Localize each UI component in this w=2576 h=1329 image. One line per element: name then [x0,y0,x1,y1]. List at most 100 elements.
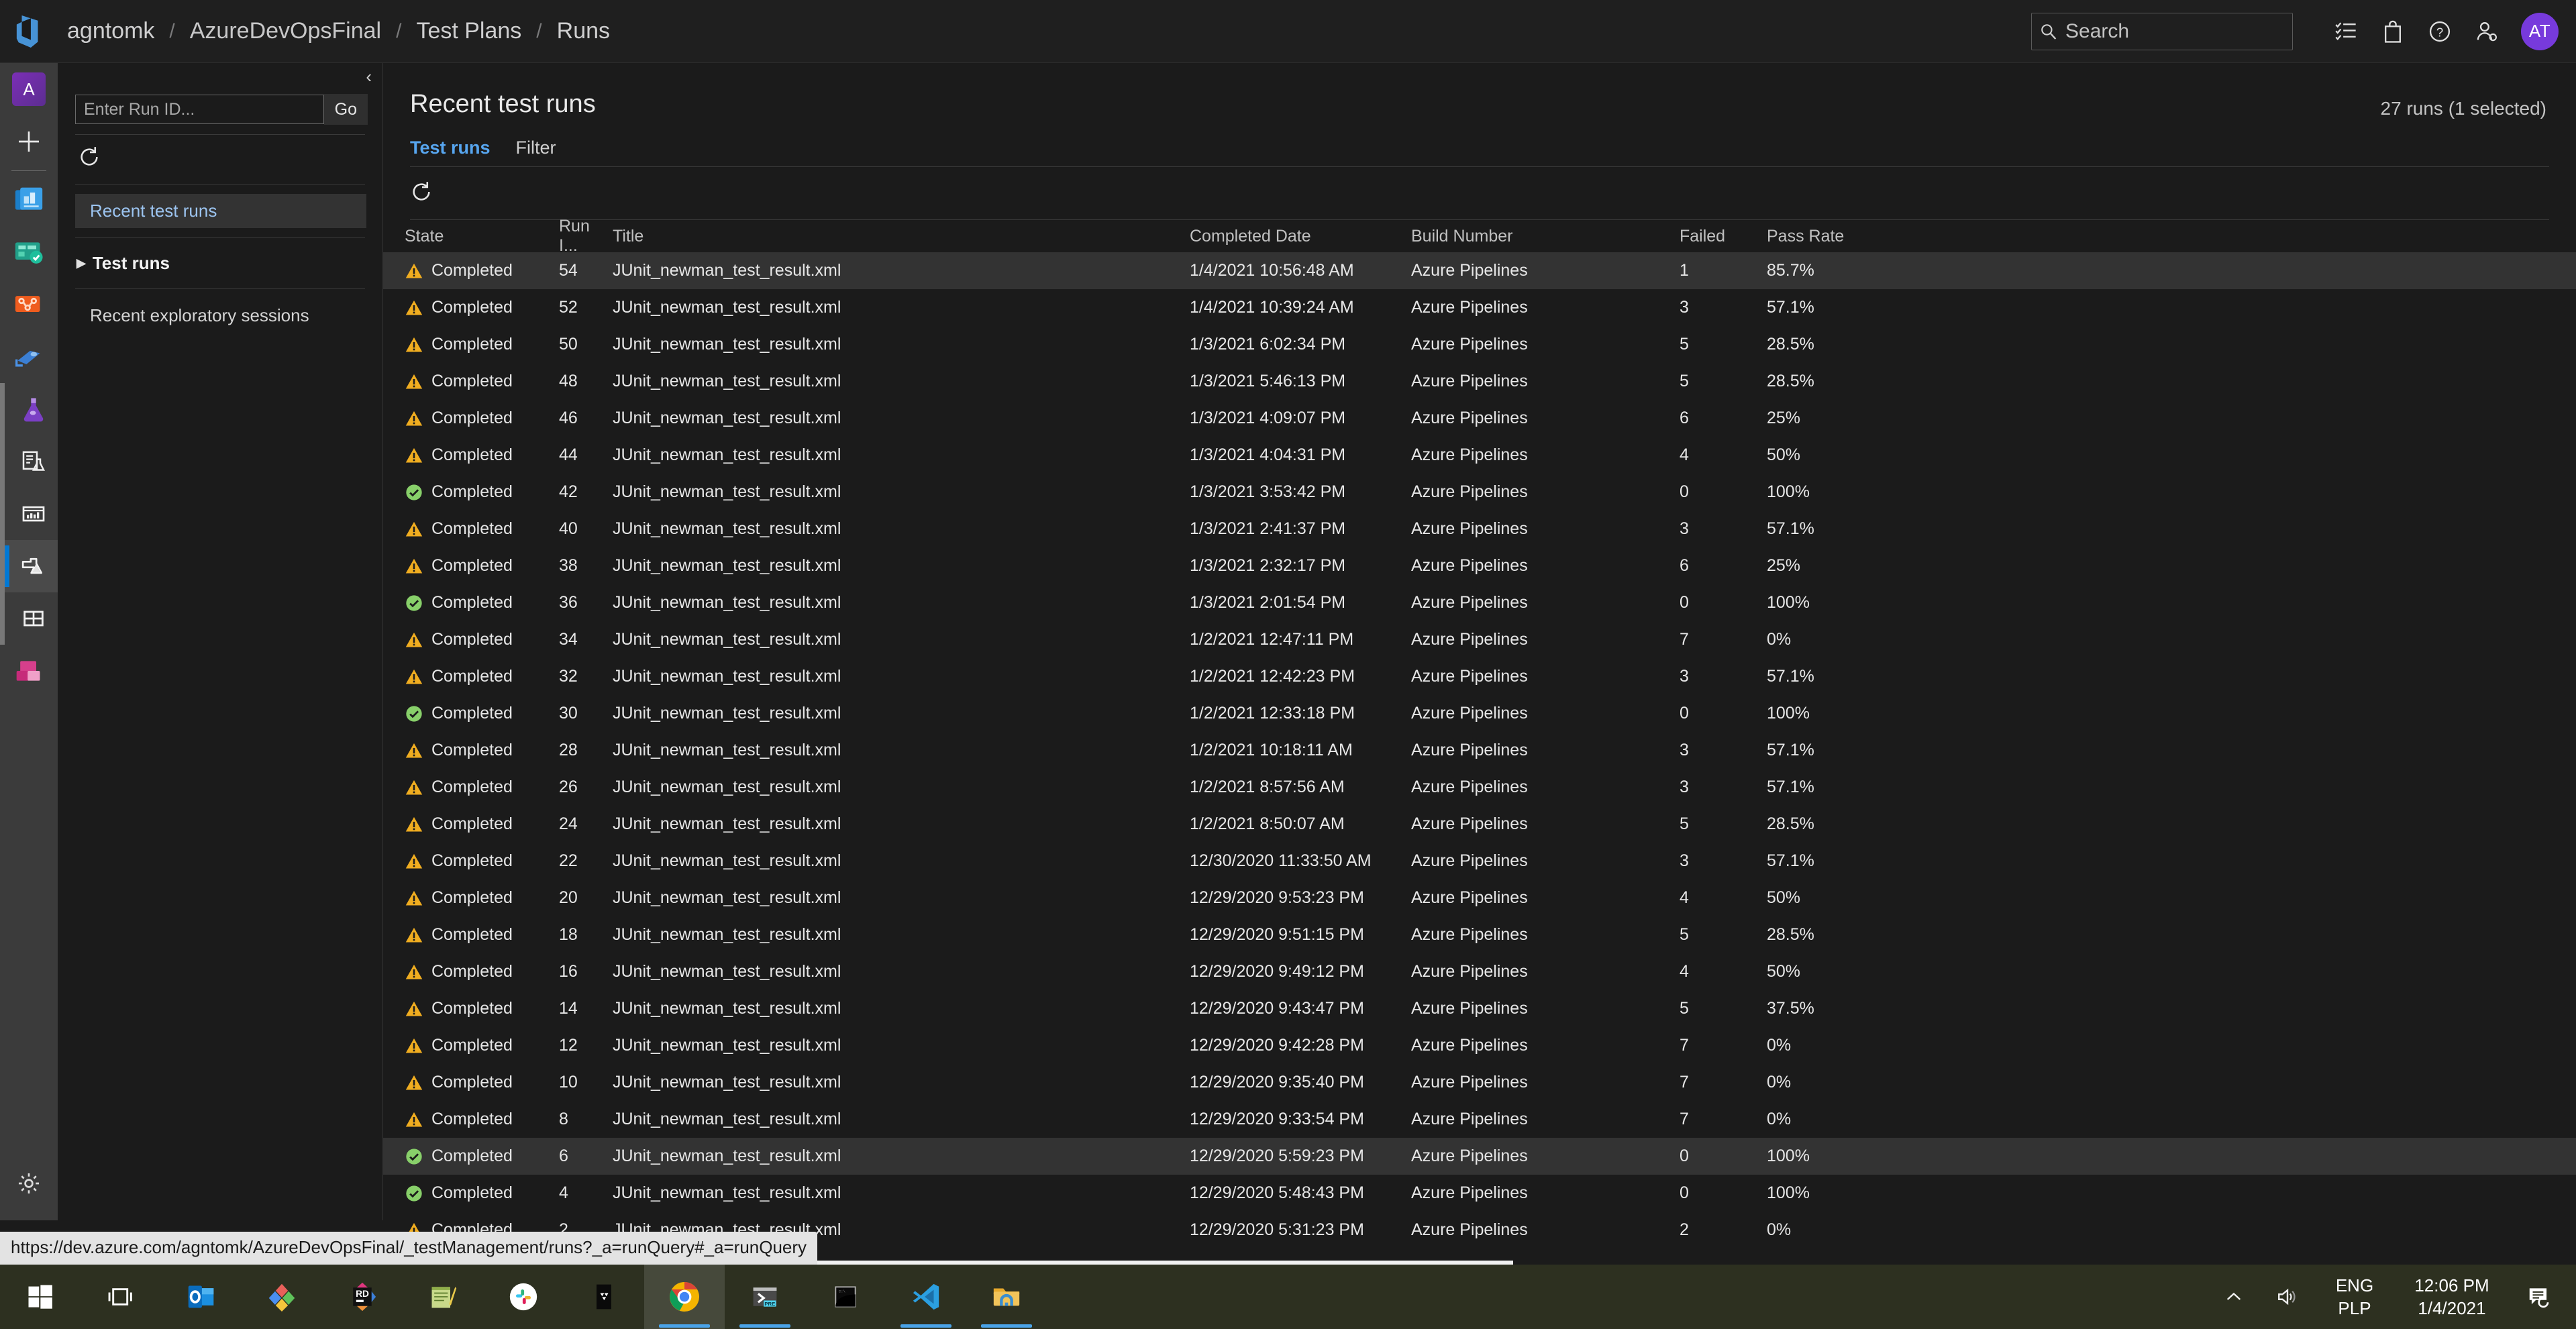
table-row[interactable]: Completed38JUnit_newman_test_result.xml1… [383,547,2576,584]
work-items-icon[interactable] [2322,0,2369,63]
action-center-icon[interactable] [2509,1265,2569,1329]
file-explorer-icon[interactable] [966,1265,1047,1329]
sidebar-item-boards[interactable] [0,226,58,278]
help-question-icon[interactable]: ? [2416,0,2463,63]
table-row[interactable]: Completed4JUnit_newman_test_result.xml12… [383,1175,2576,1212]
table-row[interactable]: Completed26JUnit_newman_test_result.xml1… [383,769,2576,806]
table-row[interactable]: Completed16JUnit_newman_test_result.xml1… [383,953,2576,990]
cell-title[interactable]: JUnit_newman_test_result.xml [613,925,1190,945]
tab-test-runs[interactable]: Test runs [410,138,491,166]
sidebar-item-recent-test-runs[interactable]: Recent test runs [75,194,366,228]
table-row[interactable]: Completed54JUnit_newman_test_result.xml1… [383,252,2576,289]
column-header-build-number[interactable]: Build Number [1411,227,1680,246]
sidebar-item-overview[interactable] [0,174,58,226]
column-header-failed[interactable]: Failed [1680,227,1767,246]
table-row[interactable]: Completed10JUnit_newman_test_result.xml1… [383,1064,2576,1101]
sourcetree-icon[interactable] [242,1265,322,1329]
cell-title[interactable]: JUnit_newman_test_result.xml [613,556,1190,576]
cell-title[interactable]: JUnit_newman_test_result.xml [613,335,1190,354]
cell-title[interactable]: JUnit_newman_test_result.xml [613,261,1190,280]
table-row[interactable]: Completed46JUnit_newman_test_result.xml1… [383,400,2576,437]
sidebar-item-progress-report[interactable] [5,488,62,540]
go-button[interactable]: Go [324,94,368,125]
column-header-state[interactable]: State [391,227,559,246]
sidebar-item-recent-exploratory-sessions[interactable]: Recent exploratory sessions [75,299,366,333]
cell-title[interactable]: JUnit_newman_test_result.xml [613,1110,1190,1129]
avatar[interactable]: AT [2521,13,2559,50]
cell-title[interactable]: JUnit_newman_test_result.xml [613,1073,1190,1092]
sidebar-item-repos[interactable] [0,278,58,331]
cell-title[interactable]: JUnit_newman_test_result.xml [613,1147,1190,1166]
table-row[interactable]: Completed12JUnit_newman_test_result.xml1… [383,1027,2576,1064]
table-row[interactable]: Completed18JUnit_newman_test_result.xml1… [383,916,2576,953]
chevron-left-icon[interactable]: ‹ [366,66,372,87]
speaker-icon[interactable] [2261,1265,2314,1329]
cell-title[interactable]: JUnit_newman_test_result.xml [613,888,1190,908]
breadcrumb-page[interactable]: Runs [554,18,613,44]
sidebar-item-test-plans[interactable] [5,383,62,435]
cell-title[interactable]: JUnit_newman_test_result.xml [613,372,1190,391]
start-button-icon[interactable] [0,1265,81,1329]
refresh-icon[interactable] [410,180,433,207]
azure-devops-logo-icon[interactable] [9,11,50,52]
cell-title[interactable]: JUnit_newman_test_result.xml [613,1183,1190,1203]
marketplace-bag-icon[interactable] [2369,0,2416,63]
cell-title[interactable]: JUnit_newman_test_result.xml [613,298,1190,317]
global-search-box[interactable] [2031,13,2293,50]
cell-title[interactable]: JUnit_newman_test_result.xml [613,999,1190,1018]
breadcrumb-project[interactable]: AzureDevOpsFinal [187,18,384,44]
cell-title[interactable]: JUnit_newman_test_result.xml [613,1036,1190,1055]
sidebar-item-runs[interactable] [5,540,62,592]
table-row[interactable]: Completed8JUnit_newman_test_result.xml12… [383,1101,2576,1138]
terminal-icon[interactable]: C:\ [805,1265,886,1329]
breadcrumb-org[interactable]: agntomk [64,18,157,44]
sidebar-item-test-plans-sub[interactable] [5,435,62,488]
rider-icon[interactable]: RD [322,1265,403,1329]
cell-title[interactable]: JUnit_newman_test_result.xml [613,482,1190,502]
table-row[interactable]: Completed24JUnit_newman_test_result.xml1… [383,806,2576,843]
clock[interactable]: 12:06 PM 1/4/2021 [2395,1274,2509,1320]
table-row[interactable]: Completed36JUnit_newman_test_result.xml1… [383,584,2576,621]
column-header-title[interactable]: Title [613,227,1190,246]
cell-title[interactable]: JUnit_newman_test_result.xml [613,778,1190,797]
table-row[interactable]: Completed42JUnit_newman_test_result.xml1… [383,474,2576,511]
cell-title[interactable]: JUnit_newman_test_result.xml [613,630,1190,649]
sidebar-item-configurations[interactable] [5,592,62,645]
outlook-icon[interactable] [161,1265,242,1329]
table-row[interactable]: Completed6JUnit_newman_test_result.xml12… [383,1138,2576,1175]
user-settings-icon[interactable] [2463,0,2510,63]
cell-title[interactable]: JUnit_newman_test_result.xml [613,445,1190,465]
column-header-pass-rate[interactable]: Pass Rate [1767,227,1901,246]
chrome-icon[interactable] [644,1265,725,1329]
table-row[interactable]: Completed32JUnit_newman_test_result.xml1… [383,658,2576,695]
sidebar-item-new-project[interactable] [0,115,58,168]
cell-title[interactable]: JUnit_newman_test_result.xml [613,851,1190,871]
column-header-run-id[interactable]: Run I... [559,217,613,256]
table-row[interactable]: Completed48JUnit_newman_test_result.xml1… [383,363,2576,400]
sidebar-item-pipelines[interactable] [0,331,58,383]
project-settings-gear-icon[interactable] [0,1157,58,1210]
table-row[interactable]: Completed20JUnit_newman_test_result.xml1… [383,880,2576,916]
slack-icon[interactable] [483,1265,564,1329]
notepad-icon[interactable] [403,1265,483,1329]
cell-title[interactable]: JUnit_newman_test_result.xml [613,519,1190,539]
search-input[interactable] [2065,20,2284,43]
cell-title[interactable]: JUnit_newman_test_result.xml [613,741,1190,760]
table-row[interactable]: Completed34JUnit_newman_test_result.xml1… [383,621,2576,658]
run-id-input[interactable] [75,95,324,124]
cell-title[interactable]: JUnit_newman_test_result.xml [613,667,1190,686]
sidebar-item-test-runs-tree[interactable]: ▶ Test runs [70,246,366,280]
column-header-completed-date[interactable]: Completed Date [1190,227,1411,246]
cell-title[interactable]: JUnit_newman_test_result.xml [613,704,1190,723]
table-row[interactable]: Completed40JUnit_newman_test_result.xml1… [383,511,2576,547]
table-row[interactable]: Completed14JUnit_newman_test_result.xml1… [383,990,2576,1027]
table-row[interactable]: Completed28JUnit_newman_test_result.xml1… [383,732,2576,769]
table-row[interactable]: Completed44JUnit_newman_test_result.xml1… [383,437,2576,474]
language-indicator[interactable]: ENG PLP [2314,1274,2395,1320]
table-row[interactable]: Completed22JUnit_newman_test_result.xml1… [383,843,2576,880]
tab-filter[interactable]: Filter [516,138,556,166]
cell-title[interactable]: JUnit_newman_test_result.xml [613,593,1190,613]
cell-title[interactable]: JUnit_newman_test_result.xml [613,409,1190,428]
table-row[interactable]: Completed52JUnit_newman_test_result.xml1… [383,289,2576,326]
cell-title[interactable]: JUnit_newman_test_result.xml [613,962,1190,981]
